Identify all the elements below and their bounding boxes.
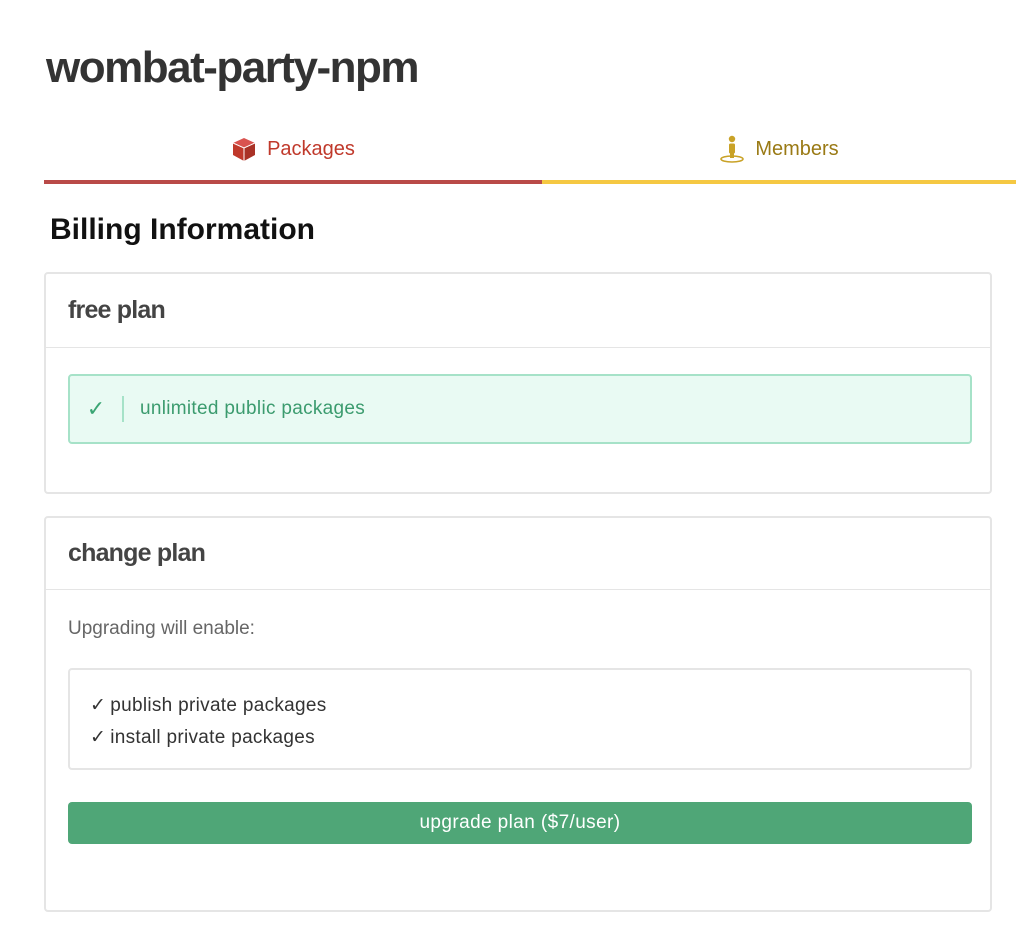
change-plan-panel: change plan Upgrading will enable: ✓ publ…: [44, 516, 992, 912]
tab-packages-underline: [44, 180, 542, 184]
upgrade-intro-text: Upgrading will enable:: [68, 618, 255, 639]
check-icon: ✓: [90, 727, 107, 748]
tab-packages-label: Packages: [267, 137, 355, 160]
tab-members-label: Members: [755, 137, 839, 160]
change-plan-header: change plan: [46, 518, 990, 590]
plan-feature-item: ✓ unlimited public packages: [68, 374, 972, 444]
feature-text: publish private packages: [110, 695, 327, 716]
change-plan-title: change plan: [68, 539, 206, 567]
tab-members-underline: [542, 180, 1016, 184]
list-item: ✓ publish private packages: [90, 690, 970, 722]
upgrade-plan-button[interactable]: upgrade plan ($7/user): [68, 802, 972, 844]
current-plan-header: free plan: [46, 274, 990, 348]
tab-packages[interactable]: Packages: [44, 118, 542, 180]
plan-feature-text: unlimited public packages: [140, 398, 366, 419]
check-icon: ✓: [90, 695, 107, 716]
current-plan-panel: free plan ✓ unlimited public packages: [44, 272, 992, 494]
upgrade-feature-list: ✓ publish private packages ✓ install priva…: [68, 668, 972, 770]
package-box-icon: [231, 136, 257, 162]
list-item: ✓ install private packages: [90, 722, 970, 754]
org-title: wombat-party-npm: [46, 43, 420, 92]
billing-title: Billing Information: [50, 213, 315, 246]
tab-members[interactable]: Members: [542, 118, 1016, 180]
person-icon: [719, 135, 745, 163]
current-plan-name: free plan: [68, 296, 166, 324]
org-tabs: Packages Members: [44, 118, 1016, 184]
feature-text: install private packages: [110, 727, 315, 748]
check-icon: ✓: [70, 396, 124, 422]
